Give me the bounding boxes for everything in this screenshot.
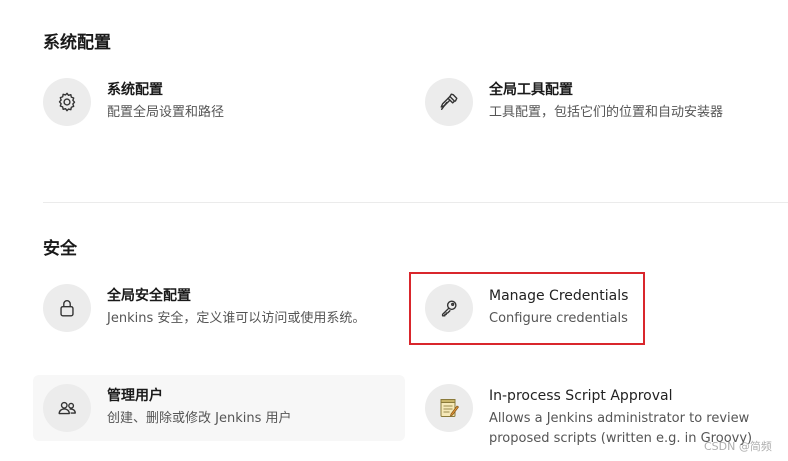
global-security-title: 全局安全配置 <box>107 288 191 304</box>
lock-icon <box>60 300 74 317</box>
notepad-icon <box>440 399 460 417</box>
global-security-desc: Jenkins 安全，定义谁可以访问或使用系统。 <box>107 311 366 326</box>
manage-users-item[interactable]: 管理用户 创建、删除或修改 Jenkins 用户 <box>43 384 292 432</box>
script-approval-title: In-process Script Approval <box>489 388 673 404</box>
lock-icon-wrapper <box>43 284 91 332</box>
manage-users-desc: 创建、删除或修改 Jenkins 用户 <box>107 411 292 426</box>
users-icon-wrapper <box>43 384 91 432</box>
manage-jenkins-page: 系统配置 系统配置 配置全局设置和路径 全局工具配置 工具配置，包括它们的位置和… <box>0 0 788 461</box>
global-tool-config-desc: 工具配置，包括它们的位置和自动安装器 <box>489 105 724 120</box>
section-title-system: 系统配置 <box>43 33 111 53</box>
section-divider <box>43 202 788 203</box>
system-config-title: 系统配置 <box>107 82 163 98</box>
global-tool-config-item[interactable]: 全局工具配置 工具配置，包括它们的位置和自动安装器 <box>425 78 723 126</box>
global-tool-config-title: 全局工具配置 <box>489 82 573 98</box>
section-title-security: 安全 <box>43 239 77 259</box>
gear-icon <box>58 92 76 112</box>
hammer-icon-wrapper <box>425 78 473 126</box>
highlight-annotation-box <box>409 272 645 345</box>
hammer-icon <box>440 93 458 111</box>
gear-icon-wrapper <box>43 78 91 126</box>
system-config-item[interactable]: 系统配置 配置全局设置和路径 <box>43 78 224 126</box>
manage-users-title: 管理用户 <box>107 388 163 404</box>
notepad-icon-wrapper <box>425 384 473 432</box>
system-config-desc: 配置全局设置和路径 <box>107 105 225 120</box>
global-security-item[interactable]: 全局安全配置 Jenkins 安全，定义谁可以访问或使用系统。 <box>43 284 365 332</box>
watermark-text: CSDN @简频 <box>704 440 772 453</box>
users-icon <box>58 401 76 415</box>
